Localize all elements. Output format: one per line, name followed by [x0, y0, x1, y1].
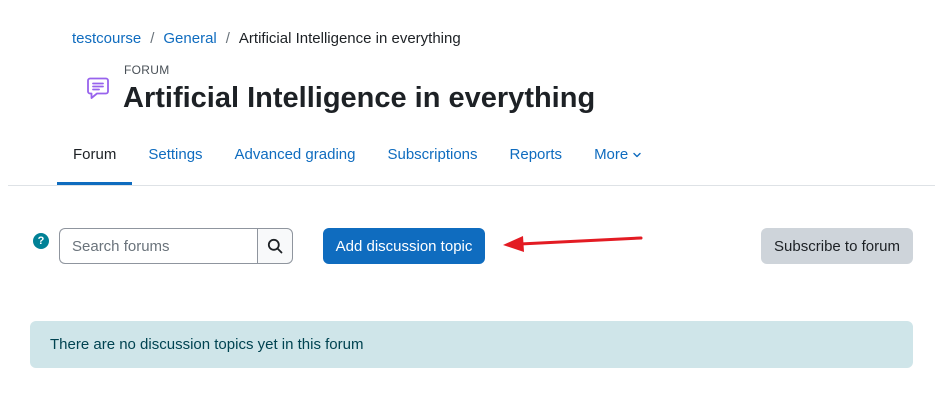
- tab-more[interactable]: More: [578, 136, 658, 185]
- tab-subscriptions[interactable]: Subscriptions: [371, 136, 493, 185]
- breadcrumb-separator: /: [225, 30, 230, 47]
- forum-icon: [85, 75, 111, 101]
- search-input[interactable]: [59, 228, 257, 264]
- breadcrumb-link-course[interactable]: testcourse: [72, 29, 141, 49]
- secondary-navigation: Forum Settings Advanced grading Subscrip…: [57, 136, 658, 185]
- tab-settings[interactable]: Settings: [132, 136, 218, 185]
- help-icon[interactable]: ?: [33, 233, 49, 249]
- tab-reports[interactable]: Reports: [494, 136, 579, 185]
- activity-type-label: FORUM: [124, 63, 170, 77]
- page-title: Artificial Intelligence in everything: [123, 82, 596, 114]
- chevron-down-icon: [633, 152, 641, 158]
- search-group: [59, 228, 293, 264]
- red-arrow-annotation: [503, 236, 643, 252]
- breadcrumb: testcourse / General / Artificial Intell…: [72, 29, 461, 49]
- breadcrumb-link-section[interactable]: General: [163, 29, 216, 49]
- no-discussions-notice: There are no discussion topics yet in th…: [30, 321, 913, 368]
- search-icon: [267, 238, 283, 254]
- search-button[interactable]: [257, 228, 293, 264]
- add-discussion-topic-button[interactable]: Add discussion topic: [323, 228, 485, 264]
- subscribe-to-forum-button[interactable]: Subscribe to forum: [761, 228, 913, 264]
- tab-forum[interactable]: Forum: [57, 136, 133, 185]
- breadcrumb-current: Artificial Intelligence in everything: [238, 30, 461, 47]
- tabs-divider: [8, 185, 935, 186]
- breadcrumb-separator: /: [150, 30, 155, 47]
- tab-advanced-grading[interactable]: Advanced grading: [219, 136, 372, 185]
